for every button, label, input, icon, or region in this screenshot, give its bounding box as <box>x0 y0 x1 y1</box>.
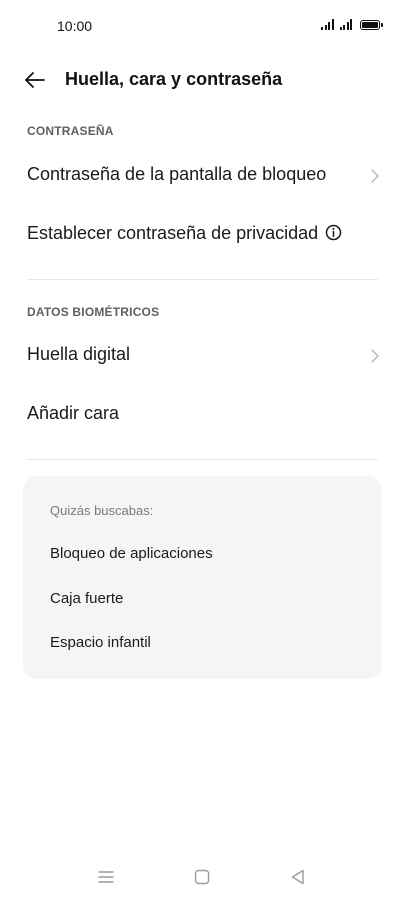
signal-strength-icon <box>339 19 352 30</box>
battery-icon <box>360 20 383 30</box>
divider <box>27 279 378 280</box>
suggestion-safe[interactable]: Caja fuerte <box>50 590 123 607</box>
signal-strength-icon <box>321 19 334 30</box>
menu-icon <box>98 871 114 883</box>
divider <box>27 459 378 460</box>
chevron-right-icon <box>371 349 379 363</box>
suggestions-card: Quizás buscabas: Bloqueo de aplicaciones… <box>23 476 382 679</box>
status-bar: 10:00 <box>0 0 405 54</box>
app-bar: Huella, cara y contraseña <box>0 60 405 100</box>
arrow-left-icon <box>25 72 45 88</box>
back-button[interactable] <box>20 66 50 94</box>
row-label: Huella digital <box>27 344 131 364</box>
section-header-biometrics: DATOS BIOMÉTRICOS <box>27 305 160 319</box>
page-title: Huella, cara y contraseña <box>65 69 283 89</box>
row-label: Añadir cara <box>27 403 120 423</box>
recent-apps-button[interactable] <box>95 866 117 888</box>
suggestion-app-lock[interactable]: Bloqueo de aplicaciones <box>50 545 213 562</box>
home-button[interactable] <box>191 866 213 888</box>
back-triangle-icon <box>291 869 304 885</box>
fingerprint-row[interactable]: Huella digital <box>0 327 405 385</box>
row-label-text: Establecer contraseña de privacidad <box>27 223 319 243</box>
section-header-password: CONTRASEÑA <box>27 124 114 138</box>
status-time: 10:00 <box>57 18 93 34</box>
home-square-icon <box>194 869 210 885</box>
system-back-button[interactable] <box>287 866 309 888</box>
chevron-right-icon <box>371 169 379 183</box>
navigation-bar <box>0 860 405 896</box>
suggestions-title: Quizás buscabas: <box>50 503 154 518</box>
info-icon[interactable] <box>325 224 342 241</box>
add-face-row[interactable]: Añadir cara <box>0 386 405 444</box>
suggestion-kid-space[interactable]: Espacio infantil <box>50 634 151 651</box>
lock-screen-password-row[interactable]: Contraseña de la pantalla de bloqueo <box>0 147 405 205</box>
privacy-password-row[interactable]: Establecer contraseña de privacidad <box>0 206 405 264</box>
status-icons <box>321 19 383 30</box>
row-label: Contraseña de la pantalla de bloqueo <box>27 164 327 184</box>
row-label: Establecer contraseña de privacidad <box>27 223 342 244</box>
